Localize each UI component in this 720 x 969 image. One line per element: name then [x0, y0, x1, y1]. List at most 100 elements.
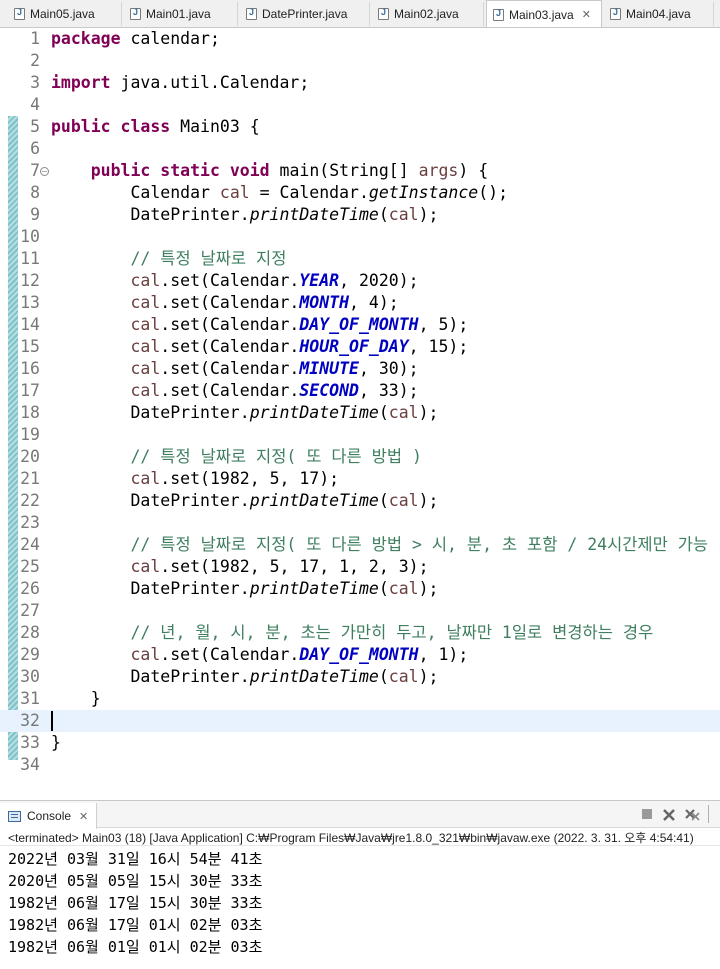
line-number: 30 — [20, 667, 40, 686]
code-line[interactable]: 7− public static void main(String[] args… — [0, 160, 720, 182]
remove-launch-icon[interactable] — [662, 808, 676, 825]
code-token: , 4); — [349, 293, 399, 312]
console-icon — [8, 810, 21, 822]
code-line[interactable]: 10 — [0, 226, 720, 248]
code-line[interactable]: 24 // 특정 날짜로 지정( 또 다른 방법 > 시, 분, 초 포함 / … — [0, 534, 720, 556]
code-text: public static void main(String[] args) { — [51, 160, 488, 182]
code-line[interactable]: 21 cal.set(1982, 5, 17); — [0, 468, 720, 490]
tab-label: Main03.java — [509, 7, 574, 22]
line-number: 15 — [20, 337, 40, 356]
code-token: ( — [378, 667, 389, 686]
code-line[interactable]: 20 // 특정 날짜로 지정( 또 다른 방법 ) — [0, 446, 720, 468]
line-number: 32 — [20, 711, 40, 730]
line-number: 1 — [30, 29, 40, 48]
code-line[interactable]: 2 — [0, 50, 720, 72]
code-line[interactable]: 28 // 년, 월, 시, 분, 초는 가만히 두고, 날짜만 1일로 변경하… — [0, 622, 720, 644]
line-number: 33 — [20, 733, 40, 752]
code-line[interactable]: 14 cal.set(Calendar.DAY_OF_MONTH, 5); — [0, 314, 720, 336]
console-menu-divider — [708, 805, 709, 823]
code-token: public — [90, 161, 151, 180]
code-line[interactable]: 9 DatePrinter.printDateTime(cal); — [0, 204, 720, 226]
code-token: , 33); — [358, 381, 419, 400]
code-line[interactable]: 13 cal.set(Calendar.MONTH, 4); — [0, 292, 720, 314]
code-token: .set(Calendar. — [160, 337, 300, 356]
code-token: Main03 { — [170, 117, 260, 136]
tab-console[interactable]: Console ✕ — [0, 803, 98, 829]
console-tab-label: Console — [27, 809, 72, 823]
code-token: SECOND — [299, 381, 359, 400]
code-line[interactable]: 29 cal.set(Calendar.DAY_OF_MONTH, 1); — [0, 644, 720, 666]
code-line[interactable]: 3 import java.util.Calendar; — [0, 72, 720, 94]
code-token: cal — [388, 667, 419, 686]
code-token: calendar; — [120, 29, 220, 48]
code-line[interactable]: 25 cal.set(1982, 5, 17, 1, 2, 3); — [0, 556, 720, 578]
code-line[interactable]: 8 Calendar cal = Calendar.getInstance(); — [0, 182, 720, 204]
code-token: cal — [388, 403, 419, 422]
tab-main04-java[interactable]: Main04.java — [604, 2, 714, 26]
tab-label: Main04.java — [626, 7, 691, 21]
code-line[interactable]: 32 — [0, 710, 720, 732]
tab-label: Main05.java — [30, 7, 95, 21]
code-line[interactable]: 12 cal.set(Calendar.YEAR, 2020); — [0, 270, 720, 292]
line-number: 7 — [30, 161, 40, 180]
code-line[interactable]: 30 DatePrinter.printDateTime(cal); — [0, 666, 720, 688]
code-line[interactable]: 19 — [0, 424, 720, 446]
code-line[interactable]: 27 — [0, 600, 720, 622]
code-text: DatePrinter.printDateTime(cal); — [51, 666, 438, 688]
code-line[interactable]: 18 DatePrinter.printDateTime(cal); — [0, 402, 720, 424]
code-line[interactable]: 17 cal.set(Calendar.SECOND, 33); — [0, 380, 720, 402]
code-line[interactable]: 15 cal.set(Calendar.HOUR_OF_DAY, 15); — [0, 336, 720, 358]
code-text: } — [51, 732, 61, 754]
code-editor[interactable]: < 1package calendar;23import java.util.C… — [0, 28, 720, 778]
line-number: 27 — [20, 601, 40, 620]
line-number: 26 — [20, 579, 40, 598]
tab-main01-java[interactable]: Main01.java — [124, 2, 238, 26]
code-line[interactable]: 11 // 특정 날짜로 지정 — [0, 248, 720, 270]
stop-icon[interactable] — [641, 808, 653, 823]
tab-dateprinter-java[interactable]: DatePrinter.java — [240, 2, 370, 26]
console-output-line: 1982년 06월 17일 01시 02분 03초 — [8, 916, 263, 934]
tab-main05-java[interactable]: Main05.java — [8, 2, 122, 26]
line-number: 31 — [20, 689, 40, 708]
code-line[interactable]: 5 public class Main03 { — [0, 116, 720, 138]
code-line[interactable]: 1 package calendar; — [0, 28, 720, 50]
code-token: cal — [130, 645, 161, 664]
tab-main02-java[interactable]: Main02.java — [372, 2, 484, 26]
code-line[interactable]: 6 — [0, 138, 720, 160]
code-line[interactable]: 22 DatePrinter.printDateTime(cal); — [0, 490, 720, 512]
code-token: printDateTime — [249, 579, 379, 598]
line-number: 4 — [30, 95, 40, 114]
text-caret — [51, 711, 53, 731]
code-line[interactable]: 4 — [0, 94, 720, 116]
code-line[interactable]: 34 — [0, 754, 720, 776]
console-output[interactable]: 2022년 03월 31일 16시 54분 41초 2020년 05월 05일 1… — [0, 845, 720, 969]
code-token: printDateTime — [249, 667, 379, 686]
line-number: 25 — [20, 557, 40, 576]
line-number: 18 — [20, 403, 40, 422]
line-number: 29 — [20, 645, 40, 664]
code-token: // 년, 월, 시, 분, 초는 가만히 두고, 날짜만 1일로 변경하는 경… — [51, 623, 654, 642]
line-number: 20 — [20, 447, 40, 466]
code-token: ) { — [458, 161, 489, 180]
code-text: import java.util.Calendar; — [51, 72, 309, 94]
code-line[interactable]: 33} — [0, 732, 720, 754]
code-token: cal — [130, 359, 161, 378]
code-token: cal — [388, 205, 419, 224]
remove-all-terminated-icon[interactable] — [684, 808, 702, 825]
code-line[interactable]: 26 DatePrinter.printDateTime(cal); — [0, 578, 720, 600]
code-line[interactable]: 16 cal.set(Calendar.MINUTE, 30); — [0, 358, 720, 380]
code-token: ); — [418, 667, 439, 686]
code-token: .set(Calendar. — [160, 645, 300, 664]
code-token: HOUR_OF_DAY — [299, 337, 409, 356]
console-output-line: 1982년 06월 17일 15시 30분 33초 — [8, 894, 263, 912]
code-line[interactable]: 31 } — [0, 688, 720, 710]
fold-toggle-icon[interactable]: − — [40, 167, 49, 176]
code-line[interactable]: 23 — [0, 512, 720, 534]
tab-main03-java[interactable]: Main03.java ✕ — [486, 0, 602, 27]
close-icon[interactable]: ✕ — [582, 8, 591, 21]
close-icon[interactable]: ✕ — [79, 810, 88, 823]
line-number: 2 — [30, 51, 40, 70]
